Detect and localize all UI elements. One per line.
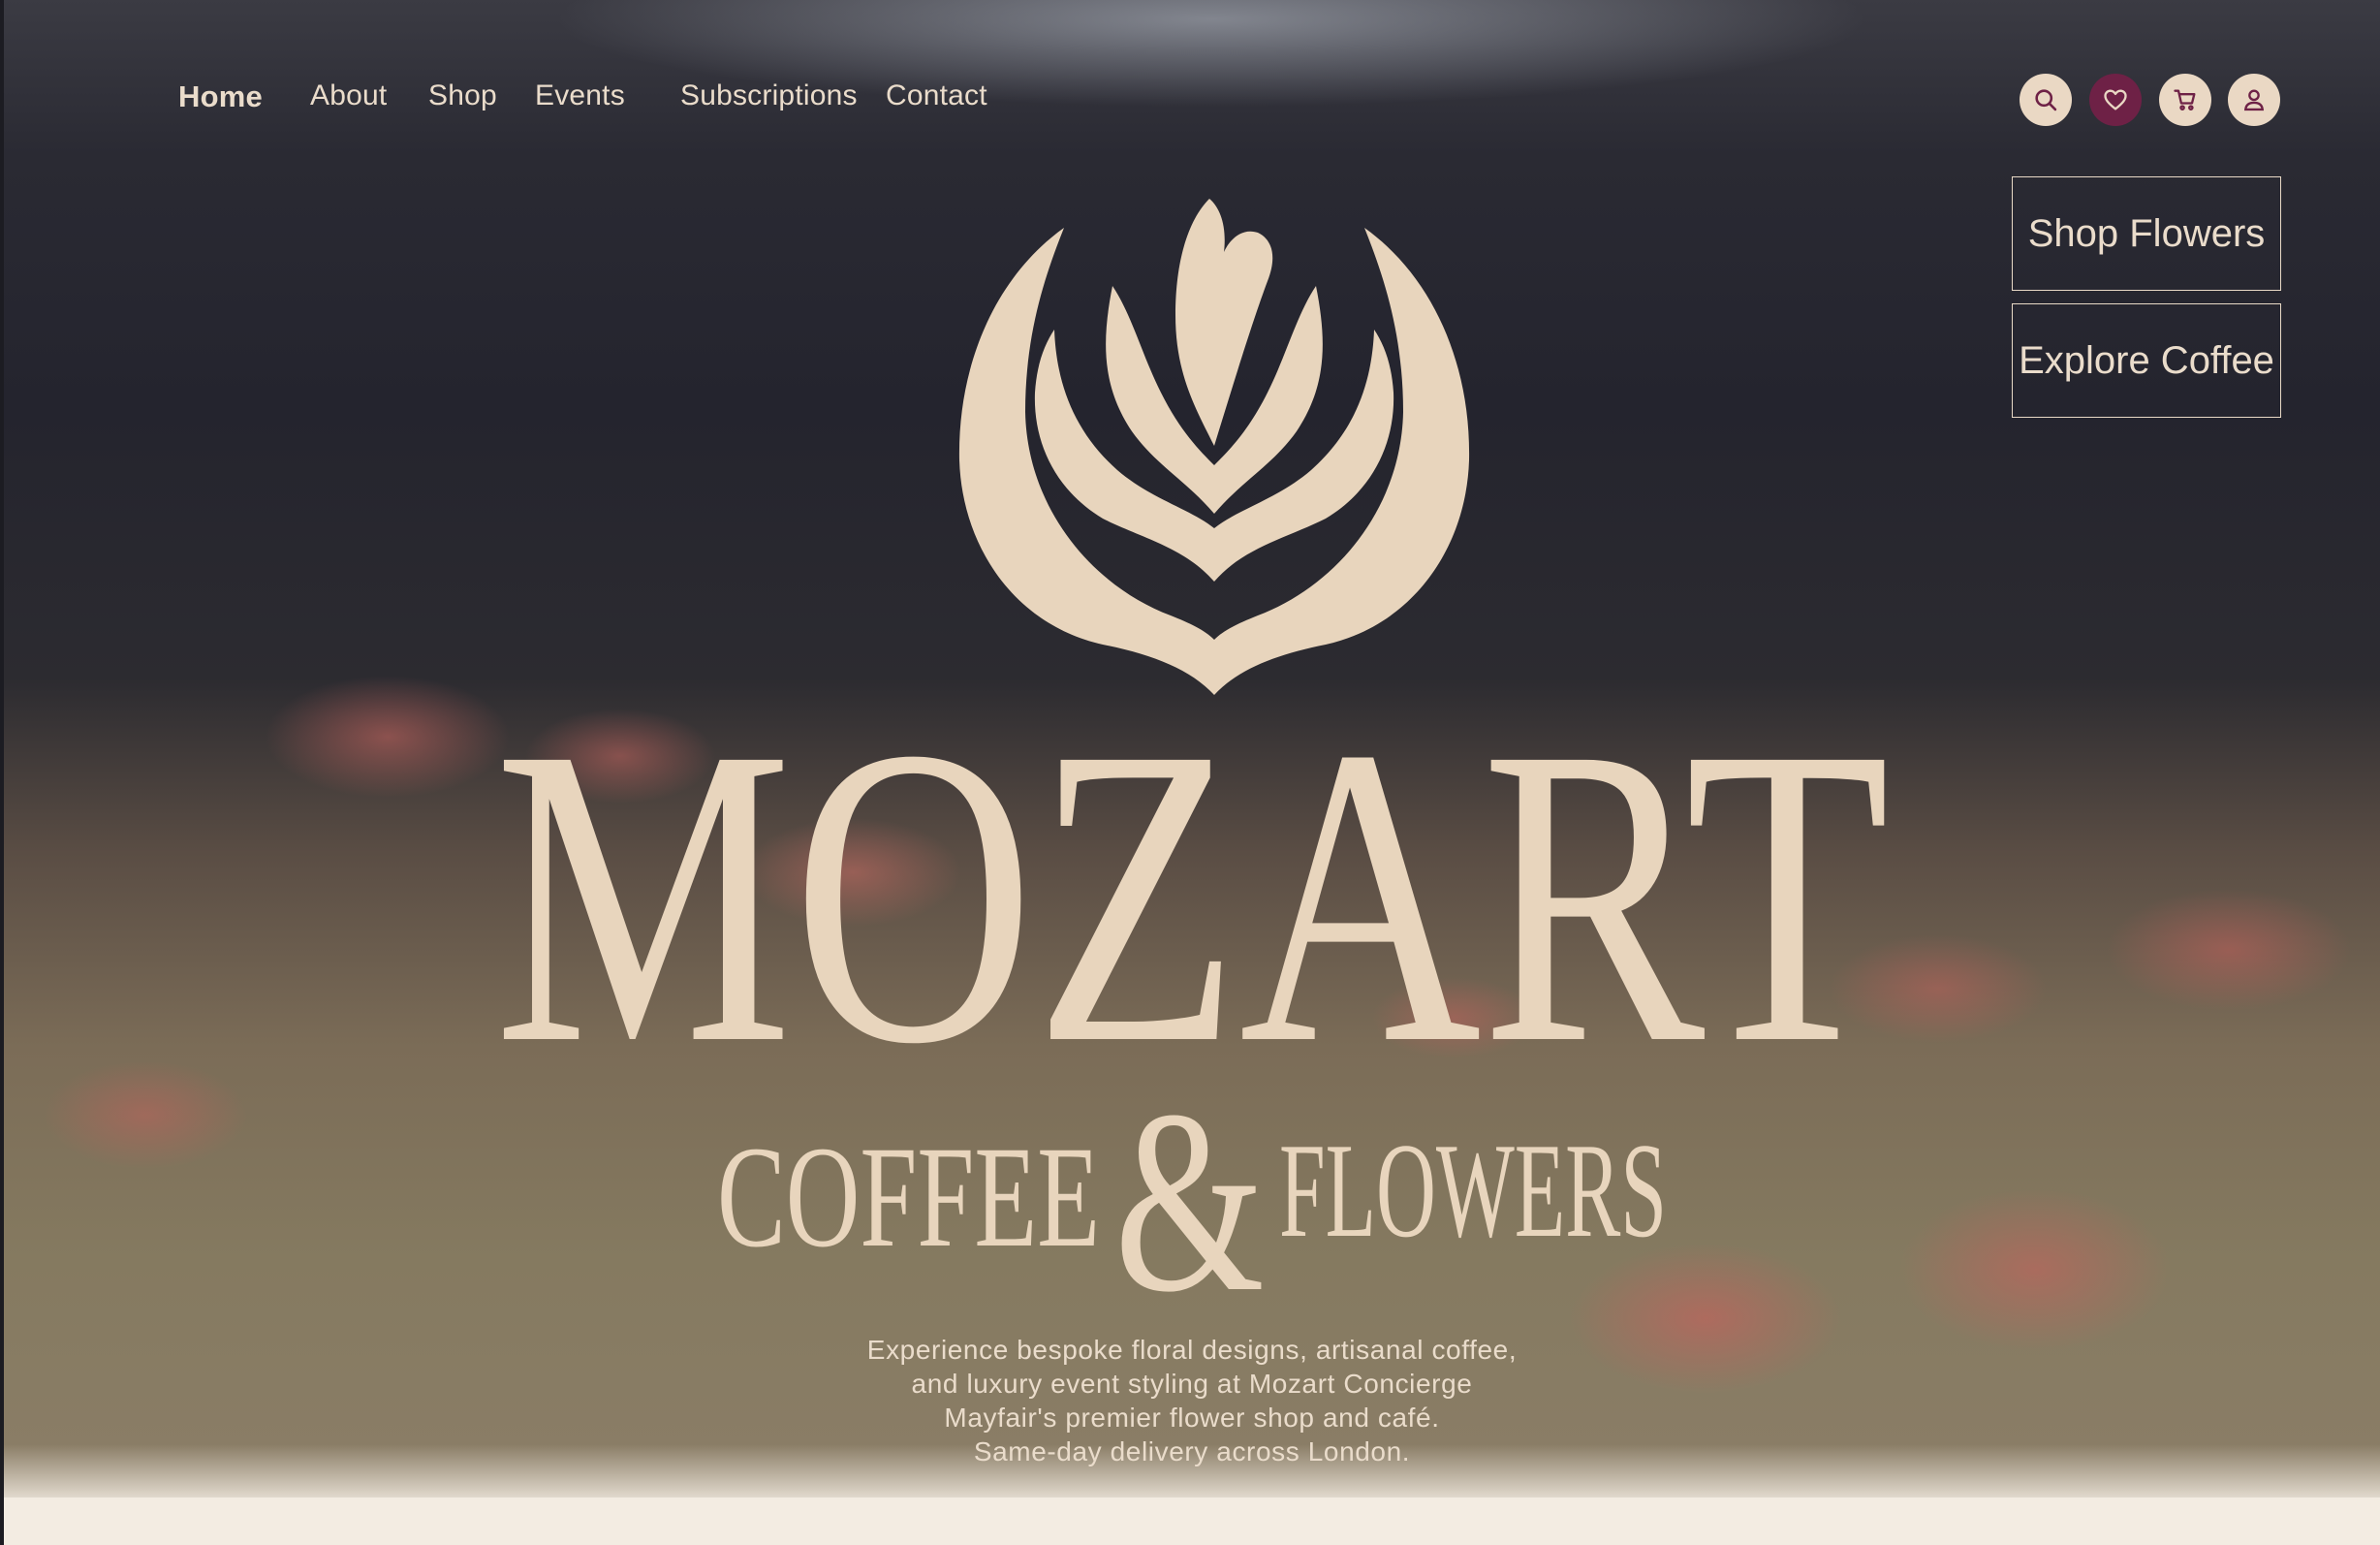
account-button[interactable]: [2228, 74, 2280, 126]
heart-icon: [2104, 89, 2127, 110]
shop-flowers-button[interactable]: Shop Flowers: [2012, 176, 2281, 291]
nav-events[interactable]: Events: [535, 79, 625, 112]
cart-button[interactable]: [2159, 74, 2211, 126]
nav-home[interactable]: Home: [178, 79, 263, 114]
search-button[interactable]: [2020, 74, 2072, 126]
brand-name: MOZART: [494, 717, 1890, 1047]
nav-shop[interactable]: Shop: [428, 79, 497, 112]
left-edge: [0, 0, 4, 1545]
brand-wordmark: MOZART: [494, 717, 1890, 1047]
search-icon: [2035, 89, 2057, 111]
wishlist-button[interactable]: [2089, 74, 2142, 126]
tagline-ampersand: &: [1114, 1081, 1265, 1313]
tagline-flowers: FLOWERS: [1279, 1116, 1667, 1266]
nav-subscriptions[interactable]: Subscriptions: [680, 79, 858, 112]
nav-contact[interactable]: Contact: [886, 79, 987, 112]
cart-icon: [2174, 89, 2196, 110]
tagline-coffee: COFFEE: [717, 1117, 1100, 1277]
nav-about[interactable]: About: [310, 79, 387, 112]
user-icon: [2243, 89, 2265, 111]
description-line: Experience bespoke floral designs, artis…: [866, 1335, 1518, 1365]
brand-tagline: COFFEE & FLOWERS: [717, 1081, 1667, 1313]
description-line: and luxury event styling at Mozart Conci…: [911, 1369, 1473, 1399]
explore-coffee-button[interactable]: Explore Coffee: [2012, 303, 2281, 418]
description-line: Same-day delivery across London.: [973, 1436, 1411, 1466]
latte-art-logo: [958, 199, 1470, 695]
hero-description: Experience bespoke floral designs, artis…: [756, 1333, 1628, 1468]
description-line: Mayfair's premier flower shop and café.: [944, 1403, 1440, 1433]
